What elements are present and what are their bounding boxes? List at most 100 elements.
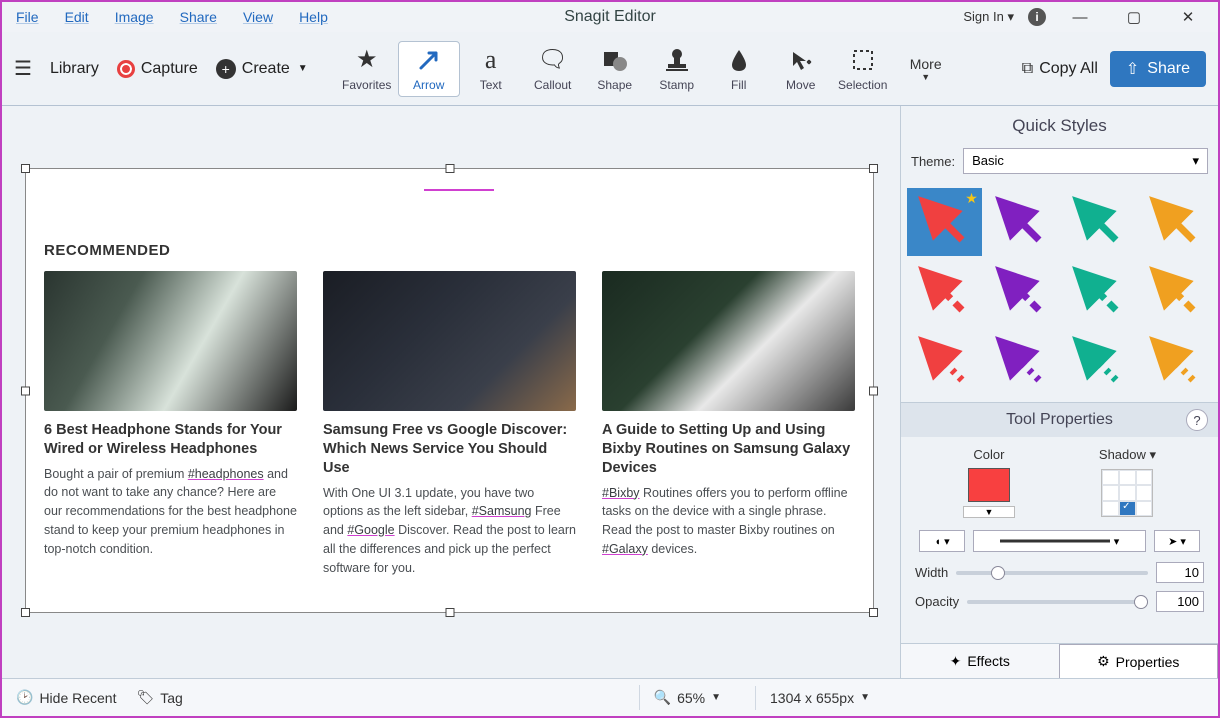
line-end-style[interactable]: ➤ ▾ <box>1154 530 1200 552</box>
menu-image[interactable]: Image <box>111 7 158 27</box>
canvas[interactable]: RECOMMENDED 6 Best Headphone Stands for … <box>25 168 874 613</box>
tool-favorites[interactable]: ★Favorites <box>336 41 398 97</box>
resize-handle[interactable] <box>445 608 454 617</box>
theme-select[interactable]: Basic▾ <box>963 148 1208 174</box>
app-title: Snagit Editor <box>564 8 656 26</box>
tool-stamp[interactable]: Stamp <box>646 41 708 97</box>
shape-icon <box>602 46 628 74</box>
create-button[interactable]: +Create▼ <box>216 59 308 79</box>
shadow-position-grid[interactable] <box>1101 469 1153 517</box>
resize-handle[interactable] <box>869 386 878 395</box>
hashtag-link[interactable]: #Bixby <box>602 486 640 500</box>
callout-icon: 🗨 <box>537 46 567 74</box>
quick-styles-heading: Quick Styles <box>901 106 1218 144</box>
tool-selection[interactable]: Selection <box>832 41 894 97</box>
style-swatch[interactable] <box>1061 188 1136 256</box>
hashtag-link[interactable]: #Galaxy <box>602 542 648 556</box>
dimensions-display[interactable]: 1304 x 655px▼ <box>755 686 884 710</box>
article-excerpt: Bought a pair of premium #headphones and… <box>44 465 297 559</box>
resize-handle[interactable] <box>869 608 878 617</box>
capture-icon <box>117 60 135 78</box>
copy-icon: ⧉ <box>1022 60 1033 78</box>
canvas-area[interactable]: RECOMMENDED 6 Best Headphone Stands for … <box>2 106 900 678</box>
recommended-heading: RECOMMENDED <box>44 242 855 259</box>
tool-arrow[interactable]: Arrow <box>398 41 460 97</box>
properties-tab[interactable]: ⚙Properties <box>1059 644 1219 678</box>
resize-handle[interactable] <box>869 164 878 173</box>
zoom-control[interactable]: 🔍65%▼ <box>639 685 735 710</box>
tag-icon: 🏷 <box>136 689 154 706</box>
opacity-input[interactable] <box>1156 591 1204 612</box>
width-slider[interactable] <box>956 571 1148 575</box>
style-swatch[interactable] <box>1137 258 1212 326</box>
effects-tab[interactable]: ✦Effects <box>901 644 1059 678</box>
menu-edit[interactable]: Edit <box>61 7 93 27</box>
style-swatch[interactable] <box>1137 328 1212 396</box>
capture-button[interactable]: Capture <box>117 60 198 78</box>
article-card: A Guide to Setting Up and Using Bixby Ro… <box>602 271 855 577</box>
article-excerpt: #Bixby Routines offers you to perform of… <box>602 484 855 559</box>
opacity-slider[interactable] <box>967 600 1148 604</box>
style-swatch[interactable] <box>984 328 1059 396</box>
hamburger-icon[interactable]: ☰ <box>14 56 32 81</box>
share-button[interactable]: ⇧Share <box>1110 51 1206 87</box>
info-icon[interactable]: i <box>1028 8 1046 26</box>
window-maximize[interactable]: ▢ <box>1114 4 1154 30</box>
menu-view[interactable]: View <box>239 7 277 27</box>
wand-icon: ✦ <box>950 653 962 670</box>
style-swatch[interactable] <box>1061 328 1136 396</box>
tool-text[interactable]: aText <box>460 41 522 97</box>
tool-move[interactable]: Move <box>770 41 832 97</box>
text-icon: a <box>485 46 497 74</box>
menu-file[interactable]: File <box>12 7 43 27</box>
library-button[interactable]: Library <box>50 60 99 78</box>
selection-icon <box>852 46 874 74</box>
style-swatch[interactable] <box>984 258 1059 326</box>
chevron-down-icon: ▾ <box>1192 153 1199 169</box>
search-icon: 🔍 <box>654 689 671 706</box>
hashtag-link[interactable]: #headphones <box>188 467 264 481</box>
clock-icon: 🕑 <box>16 689 33 706</box>
hide-recent-button[interactable]: 🕑Hide Recent <box>16 689 116 706</box>
plus-icon: + <box>216 59 236 79</box>
right-panel: Quick Styles Theme: Basic▾ ★ Tool Proper… <box>900 106 1218 678</box>
star-icon: ★ <box>965 190 978 207</box>
article-card: Samsung Free vs Google Discover: Which N… <box>323 271 576 577</box>
color-swatch[interactable] <box>968 468 1010 502</box>
resize-handle[interactable] <box>21 164 30 173</box>
menu-help[interactable]: Help <box>295 7 332 27</box>
color-label: Color <box>973 447 1004 462</box>
tool-fill[interactable]: Fill <box>708 41 770 97</box>
style-swatch[interactable] <box>907 328 982 396</box>
style-swatch[interactable] <box>1137 188 1212 256</box>
line-style[interactable]: ▾ <box>973 530 1146 552</box>
toolbar: ☰ Library Capture +Create▼ ★Favorites Ar… <box>2 32 1218 106</box>
shadow-label[interactable]: Shadow ▾ <box>1099 447 1156 463</box>
menu-share[interactable]: Share <box>176 7 221 27</box>
color-dropdown[interactable]: ▼ <box>963 506 1015 518</box>
style-swatch[interactable] <box>984 188 1059 256</box>
resize-handle[interactable] <box>21 608 30 617</box>
resize-handle[interactable] <box>445 164 454 173</box>
line-start-style[interactable]: ◖ ▾ <box>919 530 965 552</box>
tool-group: ★Favorites Arrow aText 🗨Callout Shape St… <box>336 41 894 97</box>
copy-all-button[interactable]: ⧉Copy All <box>1022 60 1098 78</box>
window-close[interactable]: ✕ <box>1168 4 1208 30</box>
signin-button[interactable]: Sign In ▾ <box>963 9 1014 25</box>
resize-handle[interactable] <box>21 386 30 395</box>
statusbar: 🕑Hide Recent 🏷Tag 🔍65%▼ 1304 x 655px▼ <box>2 678 1218 716</box>
help-icon[interactable]: ? <box>1186 409 1208 431</box>
style-swatch[interactable]: ★ <box>907 188 982 256</box>
tag-button[interactable]: 🏷Tag <box>136 689 182 706</box>
menubar: File Edit Image Share View Help Snagit E… <box>2 2 1218 32</box>
fill-icon <box>728 46 750 74</box>
tool-callout[interactable]: 🗨Callout <box>522 41 584 97</box>
style-swatch[interactable] <box>1061 258 1136 326</box>
hashtag-link[interactable]: #Samsung <box>472 504 532 518</box>
window-minimize[interactable]: — <box>1060 4 1100 30</box>
more-button[interactable]: More▼ <box>910 56 942 82</box>
style-swatch[interactable] <box>907 258 982 326</box>
hashtag-link[interactable]: #Google <box>347 523 394 537</box>
tool-shape[interactable]: Shape <box>584 41 646 97</box>
width-input[interactable] <box>1156 562 1204 583</box>
